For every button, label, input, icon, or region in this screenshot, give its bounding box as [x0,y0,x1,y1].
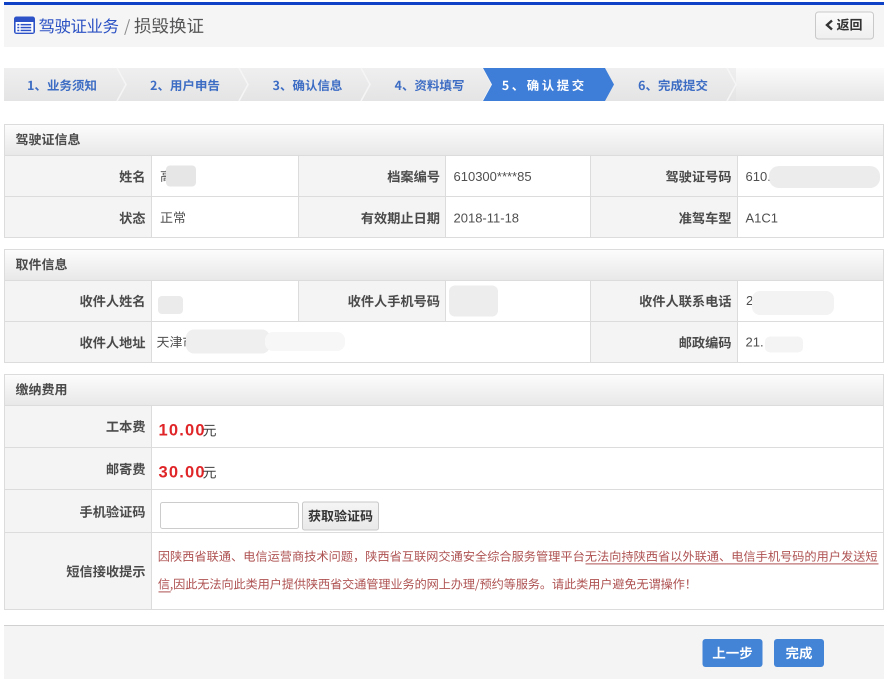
svg-text:21.: 21. [746,335,764,350]
svg-text:A1C1: A1C1 [746,211,779,226]
svg-text:2018-11-18: 2018-11-18 [454,211,520,226]
svg-text:610.: 610. [746,169,771,184]
svg-text:30.00: 30.00 [159,464,206,482]
svg-text:610300****85: 610300****85 [454,169,532,184]
svg-text:10.00: 10.00 [159,422,206,440]
